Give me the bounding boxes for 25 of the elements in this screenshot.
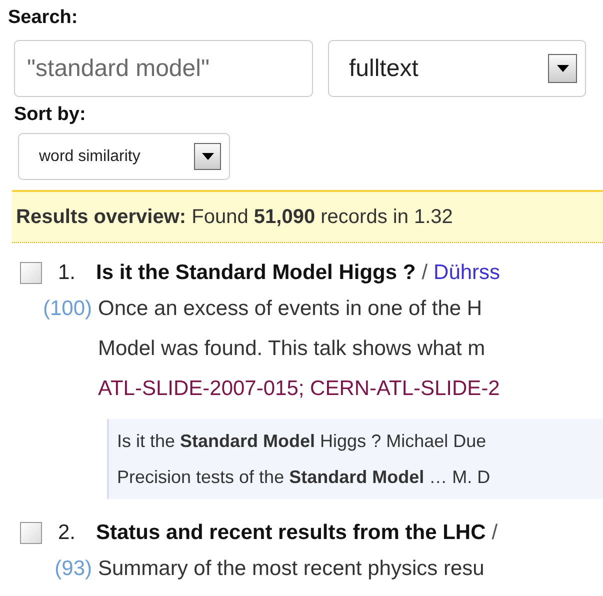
result-checkbox[interactable] [20,262,42,284]
relevance-score: (93) [54,556,93,582]
report-numbers[interactable]: ATL-SLIDE-2007-015; CERN-ATL-SLIDE-2 [98,369,603,409]
result-number: 2. [58,521,77,545]
search-label: Search: [8,6,79,30]
separator: / [422,261,428,285]
caret-icon [556,65,568,72]
search-field[interactable]: "standard model" [14,40,313,97]
sort-label: Sort by: [14,103,87,127]
scope-select[interactable]: fulltext [328,40,586,97]
relevance-score: (100) [42,296,93,322]
result-number: 1. [58,261,77,285]
result-checkbox[interactable] [20,522,42,544]
abstract-line: Once an excess of events in one of the H [98,296,484,322]
results-overview: Results overview: Found 51,090 records in 1.32 [12,190,603,243]
separator: / [492,521,498,545]
result-title[interactable]: Is it the Standard Model Higgs ? [96,261,416,285]
abstract-line: Summary of the most recent physics resu [98,556,486,582]
caret-icon [202,153,214,160]
snippet-line: Is it the Standard Model Higgs ? Michael Due [117,430,488,453]
sort-select[interactable]: word similarity [18,133,230,180]
result-title[interactable]: Status and recent results from the LHC [96,521,486,545]
snippet-line: Precision tests of the Standard Model … M. D [117,466,492,489]
abstract-line: Model was found. This talk shows what m [98,336,486,362]
author-link[interactable]: Dührss [434,261,500,285]
